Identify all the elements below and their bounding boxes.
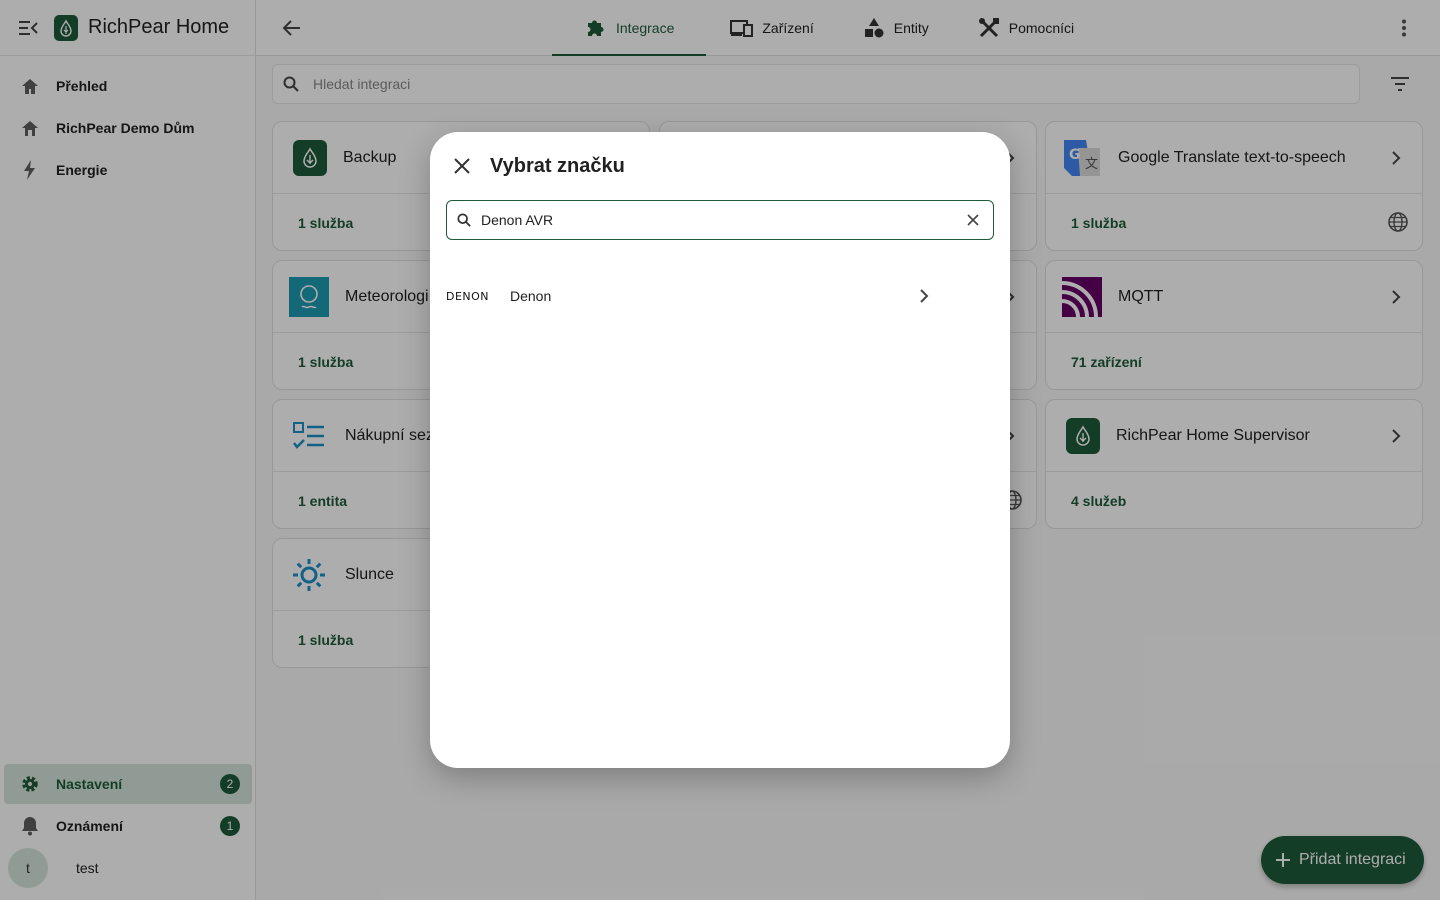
chevron-right-icon (912, 284, 936, 308)
brand-name: Denon (510, 288, 552, 304)
brand-search-input[interactable]: Denon AVR (446, 200, 994, 240)
clear-icon[interactable] (965, 212, 981, 228)
search-icon (457, 212, 473, 228)
dialog-title: Vybrat značku (490, 155, 625, 177)
denon-logo: DENON (446, 289, 490, 303)
select-brand-dialog: Vybrat značku Denon AVR DENON Denon (430, 132, 1010, 768)
brand-search-value: Denon AVR (481, 212, 554, 228)
close-icon[interactable] (450, 154, 474, 178)
brand-result-denon[interactable]: DENON Denon (446, 276, 936, 316)
